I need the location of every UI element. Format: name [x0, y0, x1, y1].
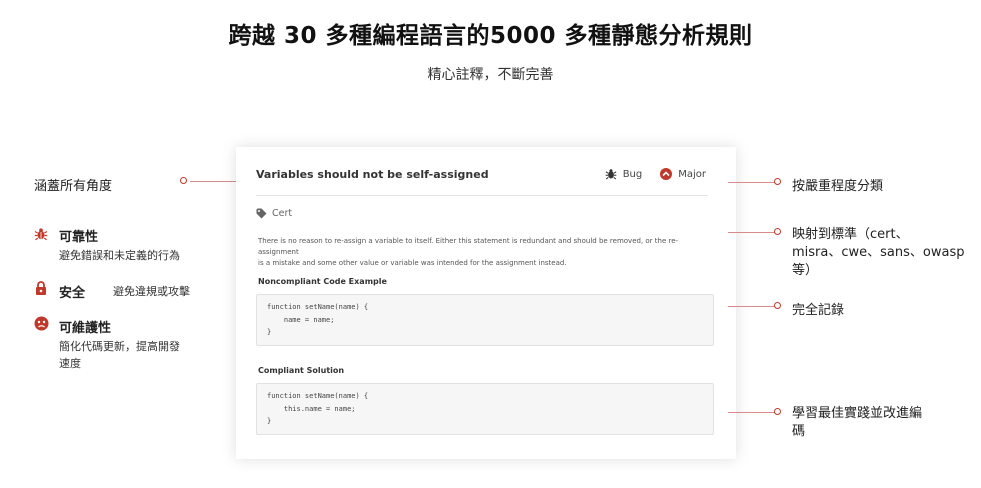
code-line: this.name = name;: [267, 404, 356, 413]
severity-dot: [774, 178, 781, 185]
standards-callout-line-3: 等）: [792, 263, 819, 278]
rule-tag-label: Cert: [272, 208, 293, 219]
standards-connector: [728, 232, 776, 233]
best-practices-callout-line-1: 學習最佳實踐並改進編: [792, 406, 923, 421]
maintainability-desc-1: 簡化代碼更新，提高開發: [59, 340, 180, 353]
noncompliant-code-block: function setName(name) { name = name; }: [256, 294, 714, 346]
standards-callout-line-2: misra、cwe、sans、owasp: [792, 245, 965, 260]
rule-description: There is no reason to re-assign a variab…: [258, 236, 718, 269]
page-title: 跨越 30 多種編程語言的5000 多種靜態分析規則: [228, 23, 753, 49]
card-divider: [256, 195, 708, 196]
maintainability-label: 可維護性: [59, 321, 112, 336]
best-practices-dot: [774, 408, 781, 415]
documentation-callout: 完全記錄: [792, 303, 845, 318]
reliability-icon: [34, 226, 48, 245]
security-desc: 避免違規或攻擊: [113, 285, 190, 298]
coverage-label: 涵蓋所有角度: [34, 179, 113, 194]
rule-severity-label: Major: [678, 168, 706, 180]
reliability-desc: 避免錯誤和未定義的行為: [59, 249, 180, 262]
rule-type: Bug: [605, 168, 643, 180]
rule-title: Variables should not be self-assigned: [256, 168, 489, 181]
documentation-dot: [774, 302, 781, 309]
rule-tag[interactable]: Cert: [256, 208, 292, 219]
code-line: }: [267, 417, 272, 425]
coverage-dot: [180, 177, 187, 184]
standards-callout-line-1: 映射到標準（cert、: [792, 227, 909, 242]
security-label: 安全: [59, 286, 86, 301]
bug-icon: [605, 169, 617, 180]
rule-type-label: Bug: [622, 168, 643, 180]
code-line: name = name;: [267, 315, 335, 324]
best-practices-callout-line-2: 碼: [792, 424, 806, 439]
tag-icon: [256, 208, 267, 219]
noncompliant-heading: Noncompliant Code Example: [258, 277, 387, 286]
severity-connector: [728, 182, 776, 183]
rule-meta: Bug Major: [605, 168, 706, 180]
lock-icon: [35, 280, 47, 299]
rule-severity: Major: [660, 168, 706, 180]
best-practices-callout: 學習最佳實踐並改進編 碼: [792, 405, 922, 441]
code-line: function setName(name) {: [267, 303, 369, 311]
compliant-code-block: function setName(name) { this.name = nam…: [256, 383, 714, 435]
face-icon: [34, 316, 49, 335]
compliant-heading: Compliant Solution: [258, 366, 345, 375]
code-line: function setName(name) {: [267, 392, 369, 400]
documentation-connector: [728, 306, 776, 307]
page-subtitle: 精心註釋，不斷完善: [427, 67, 554, 83]
major-severity-icon: [660, 168, 673, 180]
severity-callout: 按嚴重程度分類: [792, 179, 884, 194]
rule-description-line-1: There is no reason to re-assign a variab…: [258, 237, 679, 256]
code-line: }: [267, 328, 272, 336]
standards-dot: [774, 228, 781, 235]
rule-card: Variables should not be self-assigned Bu…: [236, 147, 736, 459]
rule-description-line-2: is a mistake and some other value or var…: [258, 259, 567, 267]
maintainability-desc-2: 速度: [59, 357, 81, 370]
reliability-label: 可靠性: [59, 230, 99, 245]
coverage-connector: [190, 181, 236, 182]
standards-callout: 映射到標準（cert、 misra、cwe、sans、owasp 等）: [792, 226, 964, 280]
best-practices-connector: [728, 412, 776, 413]
